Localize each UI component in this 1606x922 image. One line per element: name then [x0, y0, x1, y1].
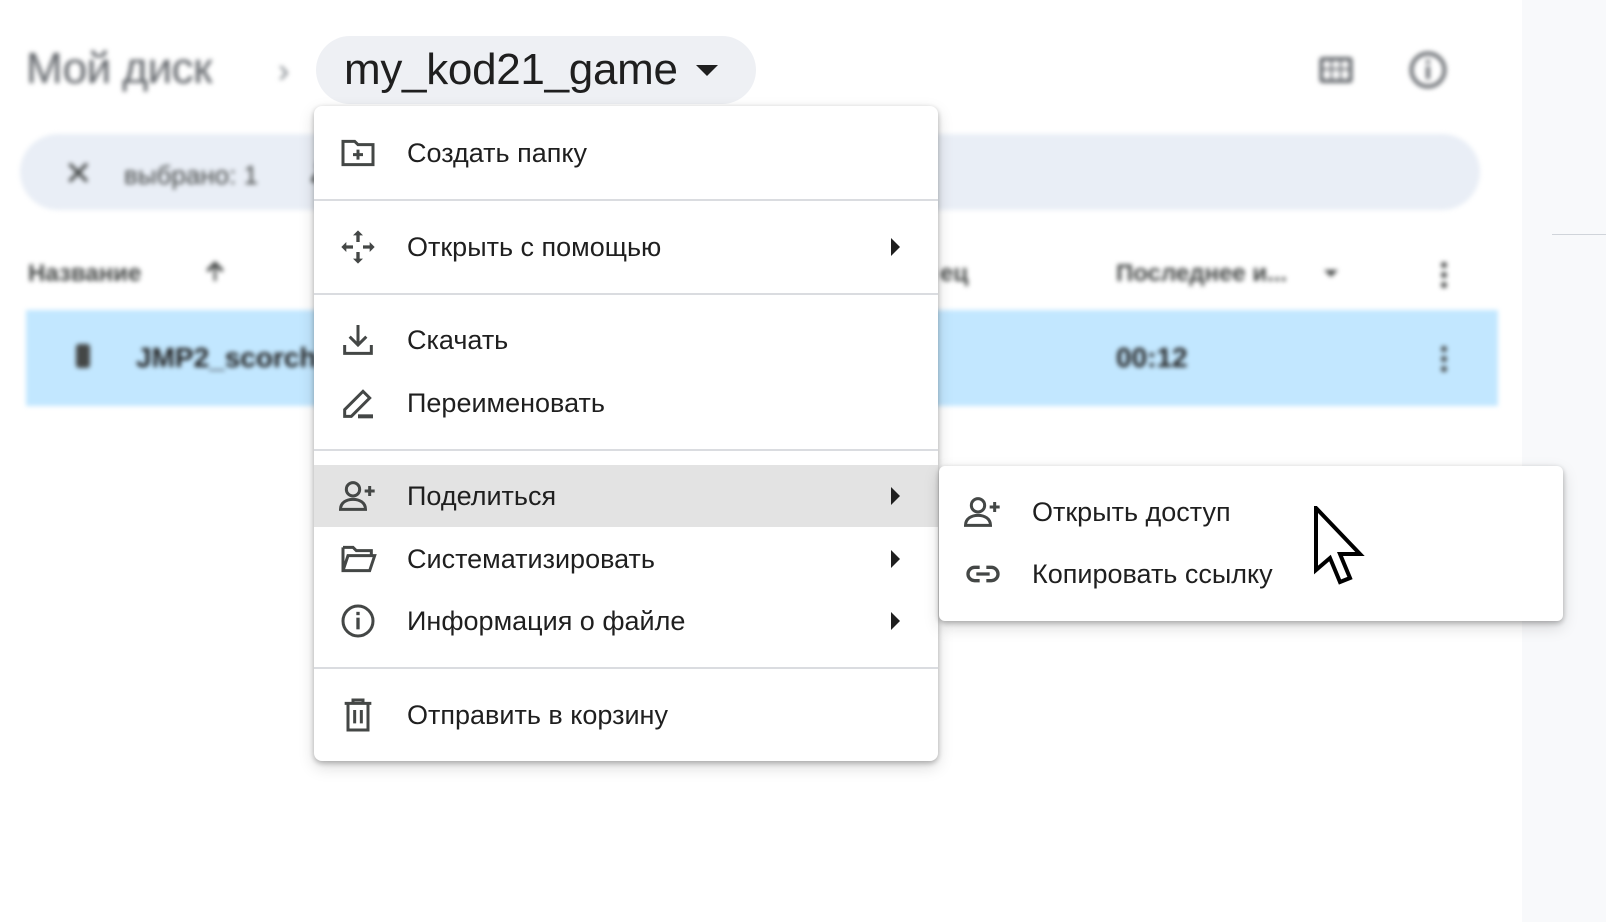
file-modified-time: 00:12: [1116, 342, 1188, 373]
submenu-arrow-icon: [891, 612, 900, 630]
menu-item-label: Переименовать: [407, 387, 605, 418]
rename-icon: [343, 389, 373, 419]
share-icon: [338, 481, 375, 511]
open-with-icon: [341, 230, 375, 264]
file-type-icon: [76, 344, 90, 368]
submenu-item-share-access[interactable]: Открыть доступ: [939, 481, 1563, 543]
side-panel-divider: [1552, 234, 1606, 235]
menu-item-rename[interactable]: Переименовать: [314, 372, 938, 434]
info-panel-icon[interactable]: [1406, 48, 1450, 92]
row-more-actions-icon[interactable]: [1441, 346, 1449, 376]
menu-item-label: Создать папку: [407, 137, 587, 168]
person-add-icon: [963, 497, 1000, 527]
menu-item-label: Скачать: [407, 324, 509, 355]
submenu-arrow-icon: [891, 238, 900, 256]
selection-count: выбрано: 1: [124, 160, 259, 190]
submenu-item-label: Открыть доступ: [1032, 496, 1231, 527]
menu-item-label: Поделиться: [407, 480, 557, 511]
submenu-item-copy-link[interactable]: Копировать ссылку: [939, 543, 1563, 605]
menu-item-file-info[interactable]: Информация о файле: [314, 590, 938, 652]
menu-item-label: Открыть с помощью: [407, 231, 662, 262]
menu-item-label: Отправить в корзину: [407, 699, 668, 730]
menu-divider: [314, 199, 938, 201]
right-side-panel: [1522, 0, 1606, 922]
column-header-owner[interactable]: ец: [940, 260, 968, 288]
current-folder-name: my_kod21_game: [344, 45, 678, 94]
submenu-arrow-icon: [891, 487, 900, 505]
organize-icon: [341, 545, 377, 573]
menu-divider: [314, 449, 938, 451]
menu-item-open-with[interactable]: Открыть с помощью: [314, 216, 938, 278]
menu-item-move-to-trash[interactable]: Отправить в корзину: [314, 684, 938, 746]
menu-item-download[interactable]: Скачать: [314, 309, 938, 371]
menu-item-organize[interactable]: Систематизировать: [314, 528, 938, 590]
column-dropdown-icon[interactable]: [1324, 270, 1338, 277]
share-submenu: Открыть доступ Копировать ссылку: [939, 466, 1563, 621]
breadcrumb-current-folder[interactable]: my_kod21_game: [316, 36, 756, 104]
clear-selection-button[interactable]: ✕: [64, 154, 93, 194]
info-icon: [341, 604, 375, 638]
sort-arrow-up-icon[interactable]: [200, 256, 230, 286]
breadcrumb-separator: ›: [278, 52, 290, 90]
context-menu: Создать папку Открыть с помощью Скачать …: [314, 106, 938, 761]
breadcrumb-root[interactable]: Мой диск: [26, 44, 212, 94]
file-name: JMP2_scorch: [136, 342, 317, 373]
mouse-pointer-icon: [1314, 506, 1365, 585]
menu-divider: [314, 667, 938, 669]
submenu-item-label: Копировать ссылку: [1032, 558, 1273, 589]
column-options-icon[interactable]: [1441, 262, 1449, 292]
create-folder-icon: [341, 139, 375, 167]
menu-item-label: Информация о файле: [407, 605, 686, 636]
submenu-arrow-icon: [891, 550, 900, 568]
menu-item-label: Систематизировать: [407, 543, 655, 574]
trash-icon: [344, 698, 372, 732]
grid-view-icon[interactable]: [1314, 48, 1358, 92]
column-header-modified[interactable]: Последнее и...: [1116, 260, 1287, 288]
menu-divider: [314, 293, 938, 295]
column-header-name[interactable]: Название: [28, 260, 141, 288]
download-icon: [343, 325, 373, 355]
folder-dropdown-icon: [695, 64, 718, 76]
menu-item-share[interactable]: Поделиться: [314, 465, 938, 527]
menu-item-create-folder[interactable]: Создать папку: [314, 122, 938, 184]
link-icon: [966, 565, 1000, 583]
